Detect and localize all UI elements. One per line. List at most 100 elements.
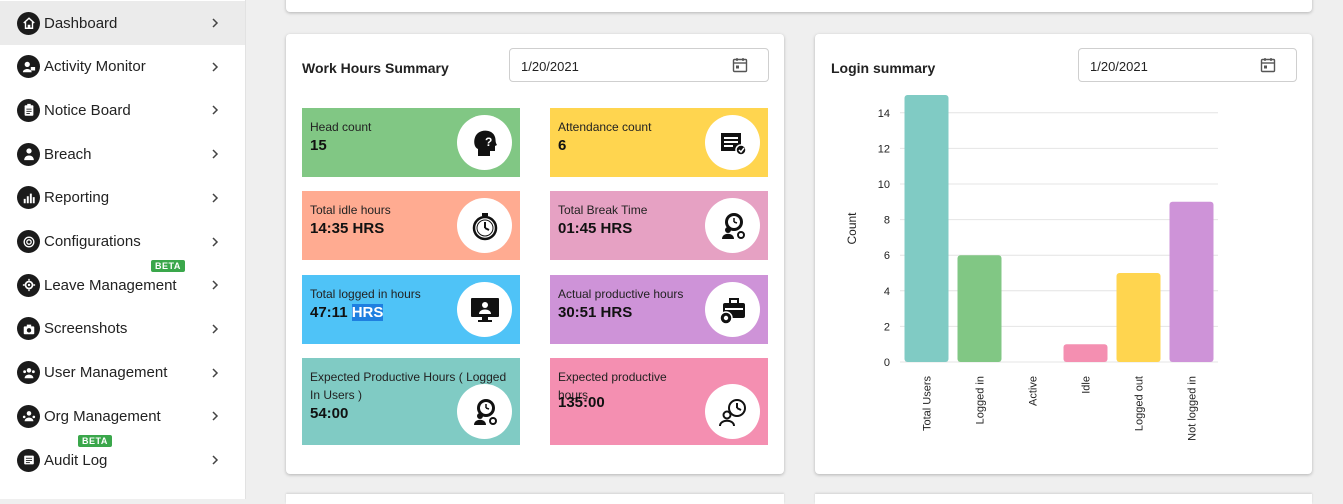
login-summary-title: Login summary — [831, 60, 936, 76]
sidebar-item-configurations[interactable]: Configurations — [0, 220, 245, 264]
bar — [957, 255, 1002, 362]
login-summary-chart: 0 2 4 6 8 10 12 14 Count Total Users Logged in Acti… — [845, 95, 1218, 441]
attendance-icon — [705, 115, 760, 170]
sidebar-item-user-management[interactable]: User Management — [0, 351, 245, 395]
x-tick-label: Not logged in — [1187, 376, 1199, 441]
work-hours-card: Work Hours Summary 1/20/2021 Head count 1… — [286, 34, 784, 474]
chevron-right-icon — [212, 324, 219, 334]
sidebar-item-leave-management[interactable]: Leave Management BETA — [0, 260, 245, 307]
chevron-right-icon — [212, 236, 219, 247]
sidebar-item-label: Breach — [44, 145, 92, 163]
tile-value: 14:35 HRS — [310, 220, 385, 237]
sidebar-item-audit-log[interactable]: Audit Log BETA — [0, 435, 245, 482]
y-tick-label: 12 — [878, 143, 890, 155]
monitor-user-icon — [457, 282, 512, 337]
x-tick-label: Total Users — [922, 376, 934, 432]
tile-value: 54:00 — [310, 405, 349, 422]
sidebar-item-label: Notice Board — [44, 101, 131, 119]
chevron-right-icon — [212, 149, 219, 159]
chevron-right-icon — [212, 368, 219, 378]
camera-icon — [17, 317, 40, 341]
sidebar-item-notice-board[interactable]: Notice Board — [0, 88, 245, 132]
y-axis-label: Count — [845, 212, 859, 245]
calendar-icon[interactable] — [732, 57, 748, 73]
y-tick-label: 4 — [884, 286, 890, 298]
tile-value: 135:00 — [558, 394, 605, 411]
tile-value: 01:45 HRS — [558, 220, 633, 237]
org-icon — [17, 404, 40, 428]
tile-value: 15 — [310, 137, 327, 154]
tile-value-highlight: HRS — [351, 304, 384, 321]
summary-tile-head-count: Head count 15? — [302, 108, 520, 177]
chevron-right-icon — [212, 455, 219, 465]
login-summary-date-input[interactable]: 1/20/2021 — [1078, 48, 1297, 82]
x-tick-label: Idle — [1081, 376, 1093, 394]
x-tick-label: Active — [1028, 376, 1040, 406]
sidebar-item-screenshots[interactable]: Screenshots — [0, 307, 245, 351]
tile-value: 30:51 HRS — [558, 304, 633, 321]
tile-label: Total logged in hours — [310, 287, 421, 301]
sidebar-item-dashboard[interactable]: Dashboard — [0, 1, 245, 45]
login-summary-date-value: 1/20/2021 — [1090, 59, 1148, 74]
sidebar-item-label: User Management — [44, 364, 168, 382]
bar — [1169, 201, 1214, 362]
break-time-icon — [705, 198, 760, 253]
chevron-right-icon — [212, 62, 219, 72]
config-icon — [17, 230, 40, 253]
tile-label: Actual productive hours — [558, 287, 684, 301]
summary-tile-attendance-count: Attendance count 6 — [550, 108, 768, 177]
tile-value: 47:11 HRS — [310, 304, 384, 321]
home-icon — [17, 11, 40, 35]
stopwatch-icon — [457, 198, 512, 253]
sidebar-item-label: Audit Log — [44, 451, 108, 469]
clipboard-icon — [17, 98, 40, 122]
head-question-icon: ? — [457, 115, 512, 170]
y-tick-label: 0 — [884, 357, 890, 369]
tile-label: Total Break Time — [558, 203, 648, 217]
bar — [904, 95, 949, 362]
bottom-card-left — [286, 494, 784, 504]
work-hours-title: Work Hours Summary — [302, 60, 449, 76]
chevron-right-icon — [212, 411, 219, 421]
bar — [1063, 344, 1108, 362]
sidebar-item-label: Dashboard — [44, 14, 118, 32]
y-tick-label: 10 — [878, 179, 890, 191]
sidebar-item-label: Screenshots — [44, 320, 128, 338]
sidebar-item-reporting[interactable]: Reporting — [0, 176, 245, 220]
user-clock-icon — [705, 384, 760, 439]
work-hours-date-value: 1/20/2021 — [521, 59, 579, 74]
summary-tile-actual-productive-hours: Actual productive hours 30:51 HRS — [550, 275, 768, 344]
summary-tile-total-logged-in-hours: Total logged in hours 47:11 HRS — [302, 275, 520, 344]
x-tick-label: Logged in — [975, 376, 987, 424]
beta-badge: BETA — [151, 260, 185, 273]
tile-label: Attendance count — [558, 120, 652, 134]
bar-chart-icon — [17, 186, 40, 210]
y-tick-label: 2 — [884, 321, 890, 333]
sidebar-item-label: Leave Management — [44, 276, 177, 294]
breach-user-icon — [17, 142, 40, 166]
beta-badge: BETA — [78, 435, 112, 447]
tile-label: Head count — [310, 120, 372, 134]
user-monitor-icon — [17, 55, 40, 79]
calendar-icon[interactable] — [1260, 57, 1276, 73]
sidebar-item-label: Configurations — [44, 233, 141, 250]
sidebar-item-breach[interactable]: Breach — [0, 132, 245, 176]
sidebar-item-label: Reporting — [44, 189, 110, 207]
chevron-right-icon — [212, 18, 219, 28]
clock-gear-icon — [457, 384, 512, 439]
sidebar-item-label: Activity Monitor — [44, 58, 146, 76]
chevron-right-icon — [212, 105, 219, 115]
y-tick-label: 8 — [884, 215, 890, 227]
chevron-right-icon — [212, 193, 219, 203]
summary-tile-total-break-time: Total Break Time 01:45 HRS — [550, 191, 768, 260]
sidebar-item-activity-monitor[interactable]: Activity Monitor — [0, 45, 245, 89]
work-hours-date-input[interactable]: 1/20/2021 — [509, 48, 769, 82]
summary-tile-total-idle-hours: Total idle hours 14:35 HRS — [302, 191, 520, 260]
users-icon — [17, 361, 40, 385]
bar — [1116, 273, 1161, 362]
bottom-card-right — [815, 494, 1312, 504]
leave-icon — [17, 273, 40, 297]
top-card — [286, 0, 1312, 12]
sidebar-item-org-management[interactable]: Org Management — [0, 394, 245, 438]
summary-tile-expected-productive-hours-logged-in-users: Expected Productive Hours ( Logged In Us… — [302, 358, 520, 445]
